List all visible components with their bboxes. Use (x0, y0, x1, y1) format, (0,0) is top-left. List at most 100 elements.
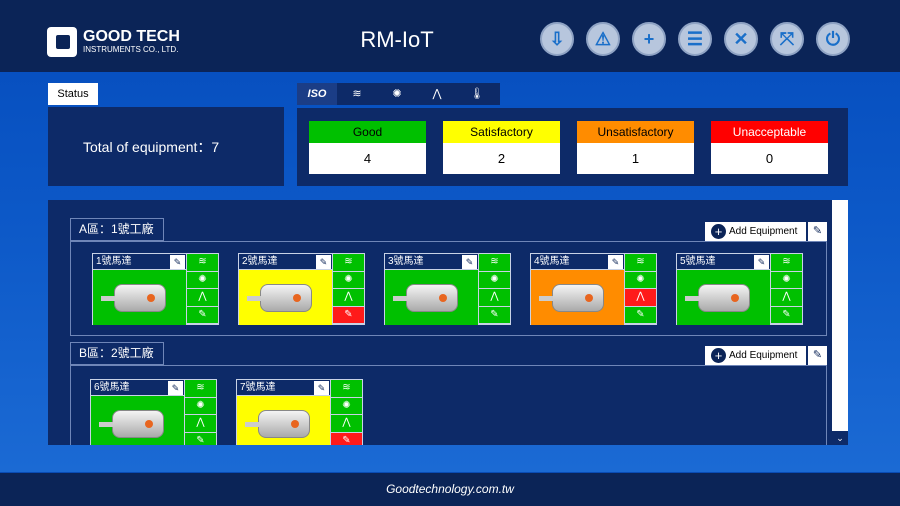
trend-icon[interactable]: ⋀ (184, 415, 216, 433)
vibration-icon[interactable]: ✺ (478, 271, 510, 289)
equipment-card[interactable]: 3號馬達 ✎ ≋ ✺ ⋀ ✎ (384, 253, 511, 325)
trend-icon[interactable]: ⋀ (186, 289, 218, 307)
wifi-icon[interactable]: ≋ (624, 254, 656, 272)
edit-icon[interactable]: ✎ (316, 255, 331, 269)
equipment-image (91, 396, 184, 445)
temperature-icon[interactable]: ✎ (770, 306, 802, 324)
plus-icon: + (711, 224, 726, 239)
vibration-icon[interactable]: ✺ (770, 271, 802, 289)
plus-icon: + (711, 348, 726, 363)
equipment-image (385, 270, 478, 325)
edit-icon[interactable]: ✎ (462, 255, 477, 269)
vibration-icon[interactable]: ✺ (332, 271, 364, 289)
equipment-list: A區：1號工廠 + Add Equipment ✎ 1號馬達 ✎ ≋ ✺ ⋀ ✎ 2號馬達 ✎ ≋ ✺ ⋀ ✎… (48, 200, 832, 445)
trend-icon[interactable]: ⋀ (624, 289, 656, 307)
logo-mark (47, 27, 77, 57)
sensor-status: ≋ ✺ ⋀ ✎ (478, 254, 510, 324)
status-tab[interactable]: Status (48, 83, 98, 105)
equipment-image (93, 270, 186, 325)
temperature-icon[interactable]: 🌡 (457, 83, 497, 105)
logo: GOOD TECH INSTRUMENTS CO., LTD. (47, 27, 180, 57)
level-box: Good 4 (309, 121, 426, 174)
vibration-icon[interactable]: ✺ (184, 397, 216, 415)
collapse-icon: ⤧ (779, 28, 795, 49)
scroll-down-icon[interactable]: ⌄ (832, 431, 848, 445)
add-icon: + (643, 28, 655, 49)
edit-icon[interactable]: ✎ (314, 381, 329, 395)
power-button[interactable]: ⏻ (816, 22, 850, 56)
wifi-icon[interactable]: ≋ (330, 380, 362, 398)
group-edit-icon[interactable]: ✎ (808, 346, 827, 365)
level-count: 2 (497, 151, 506, 166)
report-alert-icon: ⚠ (594, 28, 612, 49)
export-button[interactable]: ⇩ (540, 22, 574, 56)
temperature-icon[interactable]: ✎ (186, 306, 218, 324)
equipment-card[interactable]: 1號馬達 ✎ ≋ ✺ ⋀ ✎ (92, 253, 219, 325)
add-equipment-button[interactable]: + Add Equipment (705, 346, 806, 365)
edit-icon[interactable]: ✎ (170, 255, 185, 269)
trend-icon[interactable]: ⋀ (770, 289, 802, 307)
report-alert-button[interactable]: ⚠ (586, 22, 620, 56)
temperature-icon[interactable]: ✎ (184, 432, 216, 445)
level-count: 0 (765, 151, 774, 166)
iso-icon[interactable]: ISO (297, 83, 337, 105)
group-label: B區：2號工廠 (70, 342, 164, 365)
sensor-status: ≋ ✺ ⋀ ✎ (770, 254, 802, 324)
tools-button[interactable]: ✕ (724, 22, 758, 56)
id-card-icon: ☰ (686, 28, 704, 49)
temperature-icon[interactable]: ✎ (330, 432, 362, 445)
equipment-image (677, 270, 770, 325)
wifi-icon[interactable]: ≋ (184, 380, 216, 398)
sensor-status: ≋ ✺ ⋀ ✎ (624, 254, 656, 324)
temperature-icon[interactable]: ✎ (624, 306, 656, 324)
equipment-card[interactable]: 5號馬達 ✎ ≋ ✺ ⋀ ✎ (676, 253, 803, 325)
motor-icon (684, 283, 750, 312)
group-label: A區：1號工廠 (70, 218, 164, 241)
edit-icon[interactable]: ✎ (754, 255, 769, 269)
level-label: Unsatisfactory (577, 121, 694, 143)
vibration-icon[interactable]: ✺ (377, 83, 417, 105)
temperature-icon[interactable]: ✎ (332, 306, 364, 324)
scrollbar[interactable]: ⌄ (832, 200, 848, 445)
trend-icon[interactable]: ⋀ (478, 289, 510, 307)
wifi-icon[interactable]: ≋ (186, 254, 218, 272)
wifi-icon[interactable]: ≋ (478, 254, 510, 272)
temperature-icon[interactable]: ✎ (478, 306, 510, 324)
trend-icon[interactable]: ⋀ (417, 83, 457, 105)
level-label: Good (309, 121, 426, 143)
trend-icon[interactable]: ⋀ (332, 289, 364, 307)
sensor-status: ≋ ✺ ⋀ ✎ (330, 380, 362, 445)
footer-website: Goodtechnology.com.tw (0, 473, 900, 506)
view-tabs: ISO ≋ ✺ ⋀ 🌡 (297, 83, 500, 105)
edit-icon[interactable]: ✎ (608, 255, 623, 269)
sensor-status: ≋ ✺ ⋀ ✎ (186, 254, 218, 324)
sensor-status: ≋ ✺ ⋀ ✎ (332, 254, 364, 324)
total-equipment: Total of equipment：7 (48, 107, 284, 186)
tools-icon: ✕ (733, 28, 749, 49)
level-box: Unsatisfactory 1 (577, 121, 694, 174)
equipment-card[interactable]: 2號馬達 ✎ ≋ ✺ ⋀ ✎ (238, 253, 365, 325)
add-equipment-label: Add Equipment (729, 226, 798, 237)
vibration-icon[interactable]: ✺ (624, 271, 656, 289)
equipment-image (239, 270, 332, 325)
edit-icon[interactable]: ✎ (168, 381, 183, 395)
wifi-icon[interactable]: ≋ (332, 254, 364, 272)
trend-icon[interactable]: ⋀ (330, 415, 362, 433)
power-icon: ⏻ (825, 28, 841, 49)
wifi-icon[interactable]: ≋ (337, 83, 377, 105)
vibration-icon[interactable]: ✺ (330, 397, 362, 415)
equipment-card[interactable]: 6號馬達 ✎ ≋ ✺ ⋀ ✎ (90, 379, 217, 445)
motor-icon (244, 409, 310, 438)
vibration-icon[interactable]: ✺ (186, 271, 218, 289)
group-edit-icon[interactable]: ✎ (808, 222, 827, 241)
add-button[interactable]: + (632, 22, 666, 56)
equipment-card[interactable]: 7號馬達 ✎ ≋ ✺ ⋀ ✎ (236, 379, 363, 445)
wifi-icon[interactable]: ≋ (770, 254, 802, 272)
level-count: 1 (631, 151, 640, 166)
level-box: Satisfactory 2 (443, 121, 560, 174)
collapse-button[interactable]: ⤧ (770, 22, 804, 56)
add-equipment-button[interactable]: + Add Equipment (705, 222, 806, 241)
id-card-button[interactable]: ☰ (678, 22, 712, 56)
level-label: Satisfactory (443, 121, 560, 143)
equipment-card[interactable]: 4號馬達 ✎ ≋ ✺ ⋀ ✎ (530, 253, 657, 325)
